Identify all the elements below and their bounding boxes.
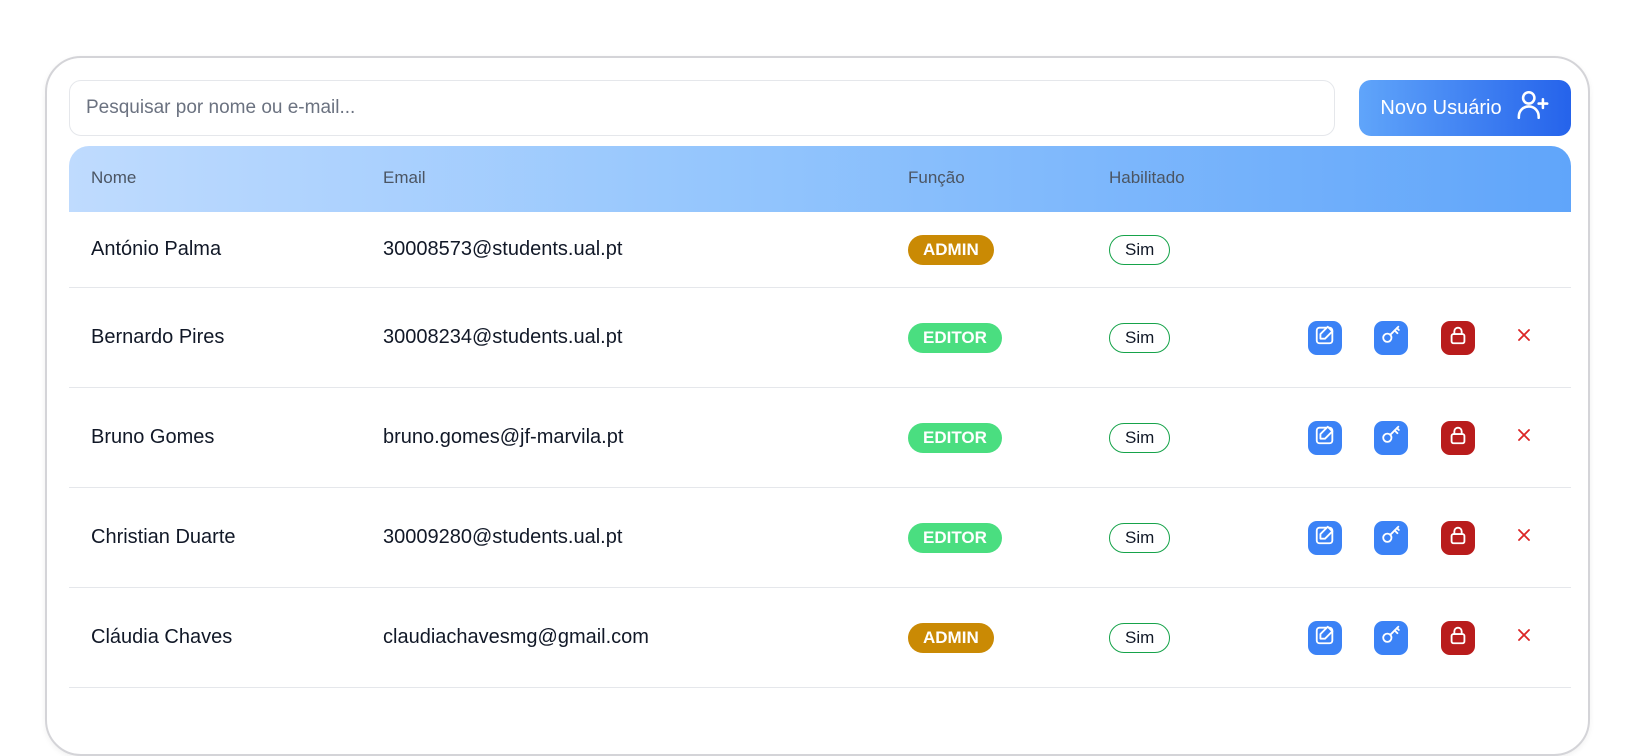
close-icon — [1514, 625, 1534, 651]
enabled-badge: Sim — [1109, 623, 1171, 653]
table-header: Nome Email Função Habilitado — [69, 146, 1571, 212]
reset-password-button[interactable] — [1374, 321, 1408, 355]
role-badge: EDITOR — [908, 323, 1002, 353]
user-name: Christian Duarte — [91, 526, 236, 548]
key-icon — [1380, 624, 1402, 652]
enabled-cell: Sim — [1109, 323, 1171, 353]
delete-user-button[interactable] — [1507, 421, 1541, 455]
edit-button[interactable] — [1308, 521, 1342, 555]
user-name: Bruno Gomes — [91, 426, 215, 448]
role-cell: EDITOR — [908, 423, 1002, 453]
header-nome: Nome — [91, 168, 137, 187]
header-funcao: Função — [908, 168, 965, 187]
toolbar: Novo Usuário — [69, 80, 1571, 136]
table-row: António Palma 30008573@students.ual.pt ADM… — [69, 212, 1571, 288]
new-user-button-label: Novo Usuário — [1380, 96, 1502, 119]
role-badge: ADMIN — [908, 235, 994, 265]
edit-button[interactable] — [1308, 321, 1342, 355]
header-habilitado: Habilitado — [1109, 168, 1185, 187]
search-input[interactable] — [69, 80, 1335, 136]
key-icon — [1380, 324, 1402, 352]
lock-user-button[interactable] — [1441, 321, 1475, 355]
key-icon — [1380, 524, 1402, 552]
enabled-badge: Sim — [1109, 235, 1171, 265]
users-table: Nome Email Função Habilitado António Pal… — [69, 146, 1571, 688]
lock-icon — [1447, 624, 1469, 652]
lock-icon — [1447, 524, 1469, 552]
reset-password-button[interactable] — [1374, 521, 1408, 555]
users-card: Novo Usuário Nome Email Função Habilitad… — [45, 56, 1590, 756]
lock-icon — [1447, 324, 1469, 352]
user-email: 30008234@students.ual.pt — [383, 326, 623, 348]
role-badge: EDITOR — [908, 523, 1002, 553]
close-icon — [1514, 325, 1534, 351]
role-cell: EDITOR — [908, 523, 1002, 553]
user-name: António Palma — [91, 238, 222, 260]
enabled-cell: Sim — [1109, 423, 1171, 453]
enabled-cell: Sim — [1109, 623, 1171, 653]
user-email: claudiachavesmg@gmail.com — [383, 626, 649, 648]
user-name: Cláudia Chaves — [91, 626, 233, 648]
enabled-cell: Sim — [1109, 235, 1171, 265]
role-cell: ADMIN — [908, 623, 994, 653]
table-row: Bruno Gomes bruno.gomes@jf-marvila.pt EDIT… — [69, 388, 1571, 488]
user-email: bruno.gomes@jf-marvila.pt — [383, 426, 624, 448]
edit-icon — [1314, 624, 1336, 652]
edit-icon — [1314, 424, 1336, 452]
enabled-badge: Sim — [1109, 323, 1171, 353]
user-email: 30009280@students.ual.pt — [383, 526, 623, 548]
role-badge: ADMIN — [908, 623, 994, 653]
close-icon — [1514, 425, 1534, 451]
reset-password-button[interactable] — [1374, 421, 1408, 455]
user-email: 30008573@students.ual.pt — [383, 238, 623, 260]
user-name: Bernardo Pires — [91, 326, 225, 348]
table-row: Christian Duarte 30009280@students.ual.pt… — [69, 488, 1571, 588]
table-row: Cláudia Chaves claudiachavesmg@gmail.com A… — [69, 588, 1571, 688]
role-cell: ADMIN — [908, 235, 994, 265]
user-plus-icon — [1516, 88, 1550, 128]
edit-button[interactable] — [1308, 621, 1342, 655]
lock-user-button[interactable] — [1441, 621, 1475, 655]
close-icon — [1514, 525, 1534, 551]
reset-password-button[interactable] — [1374, 621, 1408, 655]
role-cell: EDITOR — [908, 323, 1002, 353]
enabled-badge: Sim — [1109, 523, 1171, 553]
edit-button[interactable] — [1308, 421, 1342, 455]
edit-icon — [1314, 524, 1336, 552]
lock-user-button[interactable] — [1441, 421, 1475, 455]
edit-icon — [1314, 324, 1336, 352]
header-email: Email — [383, 168, 426, 187]
table-body: António Palma 30008573@students.ual.pt ADM… — [69, 212, 1571, 688]
key-icon — [1380, 424, 1402, 452]
enabled-badge: Sim — [1109, 423, 1171, 453]
delete-user-button[interactable] — [1507, 321, 1541, 355]
enabled-cell: Sim — [1109, 523, 1171, 553]
new-user-button[interactable]: Novo Usuário — [1359, 80, 1571, 136]
delete-user-button[interactable] — [1507, 621, 1541, 655]
lock-user-button[interactable] — [1441, 521, 1475, 555]
table-row: Bernardo Pires 30008234@students.ual.pt ED… — [69, 288, 1571, 388]
role-badge: EDITOR — [908, 423, 1002, 453]
delete-user-button[interactable] — [1507, 521, 1541, 555]
lock-icon — [1447, 424, 1469, 452]
